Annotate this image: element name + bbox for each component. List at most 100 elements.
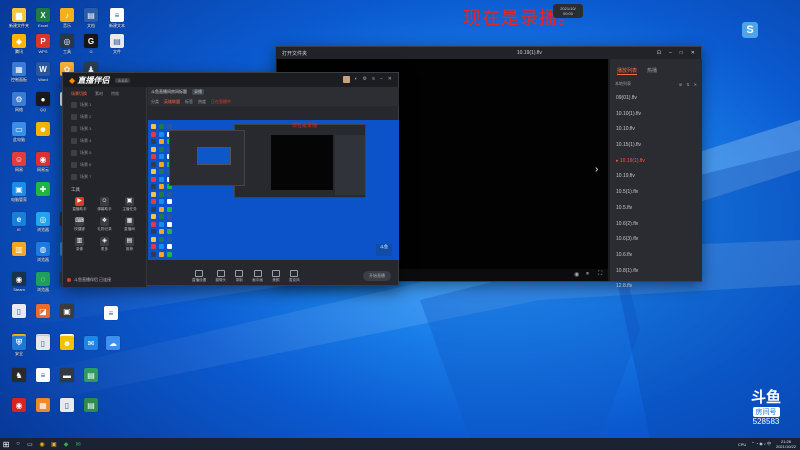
desktop-icon[interactable]: ▯ [30, 336, 56, 362]
playlist-item[interactable]: ▸ 10.19(1).flv [612, 154, 700, 170]
playlist-item[interactable]: 10.15(1).flv [612, 138, 700, 154]
desktop-icon[interactable]: W Word [30, 62, 56, 88]
bottom-tool-button[interactable]: 画中画 [252, 269, 263, 283]
room-title[interactable]: 斗鱼直播间房间标题 [151, 89, 187, 95]
start-live-button[interactable]: 开始直播 [363, 271, 391, 281]
desktop-icon[interactable]: ≡ [30, 368, 56, 394]
search-icon[interactable]: ○ [12, 438, 24, 450]
minimize-icon[interactable]: – [380, 76, 383, 83]
playlist-item[interactable]: 10.5(1).flv [612, 185, 700, 201]
pin-icon[interactable]: ⊡ [657, 50, 661, 56]
skin-icon[interactable]: ◐ [355, 76, 358, 83]
avatar[interactable] [342, 76, 350, 83]
desktop-icon[interactable]: ◎ 浏览器 [30, 212, 56, 238]
tool-button[interactable]: ▦ 直播间 [117, 217, 142, 232]
desktop-icon[interactable]: e IE [6, 212, 32, 238]
scene-item[interactable]: 场景 3 [63, 123, 146, 135]
desktop-icon[interactable]: ▭ 此电脑 [6, 122, 32, 148]
desktop-icon[interactable]: ♪ 音乐 [54, 8, 80, 34]
desktop-icon[interactable]: ▤ [78, 398, 104, 424]
tool-button[interactable]: ◈ 更多 [92, 237, 117, 252]
playlist-item[interactable]: 10.6(3).flv [612, 232, 700, 248]
tool-button[interactable]: ▥ 录像 [67, 237, 92, 252]
tool-button[interactable]: ▣ 主播任务 [117, 197, 142, 212]
taskbar-app-icon[interactable]: ▣ [48, 438, 60, 450]
desktop-icon[interactable]: ▣ 电脑管家 [6, 182, 32, 208]
desktop-icon[interactable]: P WPS [30, 34, 56, 60]
desktop-icon[interactable]: ☻ [54, 336, 80, 362]
desktop-icon[interactable]: ⚙ 网络 [6, 92, 32, 118]
start-menu-icon[interactable]: ⊞ [0, 438, 12, 450]
desktop-icon[interactable]: ◆ 腾讯 [6, 34, 32, 60]
playlist-item[interactable]: 10.5.flv [612, 201, 700, 217]
player-open-folder[interactable]: 打开文件夹 [282, 50, 402, 57]
tray-icons[interactable]: ⌃ ◔ ◉ ♪ 中 [751, 441, 771, 447]
bottom-tool-button[interactable]: 直播设置 [192, 269, 206, 283]
app-corner-logo-icon[interactable]: S [742, 22, 758, 38]
desktop-icon[interactable]: ▯ [54, 398, 80, 424]
desktop-icon[interactable]: ☁ [100, 336, 126, 362]
playlist-item[interactable]: 10.6(2).flv [612, 217, 700, 233]
tool-button[interactable]: ☺ 弹幕助手 [92, 197, 117, 212]
close-icon[interactable]: ✕ [691, 50, 695, 56]
desktop-icon[interactable]: ▆ 新建文件夹 [6, 8, 32, 34]
desktop-icon[interactable]: ▦ [30, 398, 56, 424]
desktop-icon[interactable]: ▬ [54, 368, 80, 394]
desktop-icon[interactable]: ◍ 浏览器 [30, 242, 56, 268]
desktop-icon[interactable]: ≡ [98, 306, 124, 332]
desktop-icon[interactable]: X Excel [30, 8, 56, 34]
volume-icon[interactable]: ◉ [574, 271, 579, 278]
bottom-tool-button[interactable]: 麦克风 [289, 269, 300, 283]
desktop-icon[interactable]: ● QQ [30, 92, 56, 118]
tab-scenes[interactable]: 场景切换 [71, 91, 87, 97]
desktop-icon[interactable]: ▤ 文件 [104, 34, 130, 60]
desktop-icon[interactable]: ▦ 控制面板 [6, 62, 32, 88]
desktop-icon[interactable]: ♞ [6, 368, 32, 394]
delete-icon[interactable]: ✕ [694, 82, 697, 87]
fullscreen-icon[interactable]: ⛶ [598, 271, 602, 278]
desktop-icon[interactable]: ☻ [30, 122, 56, 148]
clock[interactable]: 21:26 2021/10/22 [776, 439, 796, 449]
desktop-icon[interactable]: GG [78, 34, 104, 60]
scene-item[interactable]: 场景 5 [63, 147, 146, 159]
menu-icon[interactable]: ≡ [372, 76, 375, 83]
stream-preview[interactable]: 现在是录播 斗鱼 [148, 120, 399, 260]
tab-sources[interactable]: 素材 [95, 91, 103, 97]
desktop-icon[interactable]: ⛨ 安全 [6, 336, 32, 362]
playlist-item[interactable]: 10.10(1).flv [612, 107, 700, 123]
desktop-icon[interactable]: ▤ 文档 [78, 8, 104, 34]
playlist-item[interactable]: 10.10.flv [612, 122, 700, 138]
next-arrow-icon[interactable]: › [595, 164, 598, 175]
desktop-icon[interactable]: ◉ Steam [6, 272, 32, 298]
scene-item[interactable]: 场景 7 [63, 171, 146, 183]
bottom-tool-button[interactable]: 录制 [235, 269, 244, 283]
taskbar-app-icon[interactable]: ◆ [60, 438, 72, 450]
playlist-item[interactable]: 12.8.flv [612, 279, 700, 295]
playlist-item[interactable]: 10.19.flv [612, 169, 700, 185]
taskbar-app-icon[interactable]: ✉ [72, 438, 84, 450]
scene-item[interactable]: 场景 2 [63, 111, 146, 123]
desktop-icon[interactable]: ✚ [30, 182, 56, 208]
scene-item[interactable]: 场景 1 [63, 99, 146, 111]
scene-item[interactable]: 场景 6 [63, 159, 146, 171]
pause-icon[interactable]: ⏸ [586, 271, 589, 278]
close-icon[interactable]: ✕ [388, 76, 392, 83]
playlist-item[interactable]: 09(01).flv [612, 91, 700, 107]
desktop-icon[interactable]: ◪ [30, 304, 56, 330]
tab-hot[interactable]: 热播 [647, 67, 657, 75]
desktop-icon[interactable]: ▥ [6, 242, 32, 268]
desktop-icon[interactable]: ◉ [6, 398, 32, 424]
desktop-icon[interactable]: ◉ 网易云 [30, 152, 56, 178]
desktop-icon[interactable]: ≡ 新建文本 [104, 8, 130, 34]
tab-playlist[interactable]: 播放列表 [617, 67, 638, 75]
desktop-icon[interactable]: ☺ 网易 [6, 152, 32, 178]
playlist-item[interactable]: 10.8(1).flv [612, 264, 700, 280]
bottom-tool-button[interactable]: 美颜 [271, 269, 280, 283]
desktop-icon[interactable]: ▯ [6, 304, 32, 330]
tool-button[interactable]: ❖ 礼物记录 [92, 217, 117, 232]
tool-button[interactable]: ⌨ 快捷键 [67, 217, 92, 232]
desktop-icon[interactable]: ◎ 工具 [54, 34, 80, 60]
add-icon[interactable]: ⊞ [679, 82, 682, 87]
playlist-item[interactable]: 10.6.flv [612, 248, 700, 264]
tool-button[interactable]: ▤ 推荐 [117, 237, 142, 252]
